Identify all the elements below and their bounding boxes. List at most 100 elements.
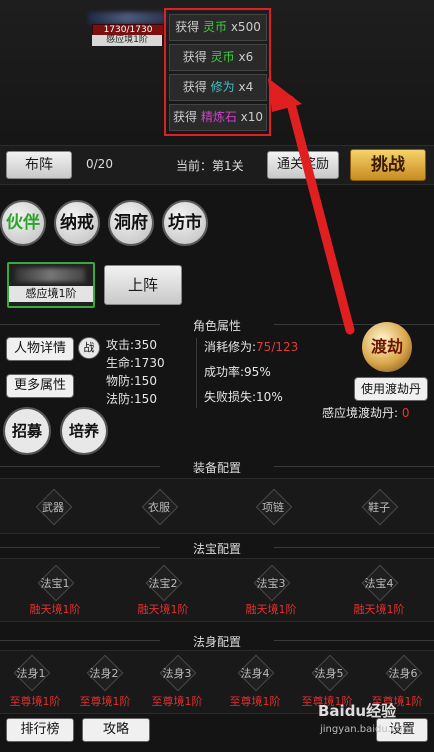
challenge-button[interactable]: 挑战 xyxy=(350,149,426,181)
treasure-slot[interactable]: 法宝1 xyxy=(36,563,75,602)
fail-loss: 失败损失:10% xyxy=(204,390,283,404)
slot-label: 法宝4 xyxy=(364,577,394,590)
current-stage: 当前：第1关 xyxy=(176,159,244,173)
reward-qty: x4 xyxy=(238,80,254,94)
success-rate: 成功率:95% xyxy=(204,365,271,379)
slot-label: 法身3 xyxy=(162,667,192,680)
slot-label: 法身1 xyxy=(16,667,46,680)
reward-prefix: 获得 xyxy=(172,110,197,124)
treasure-section-title: 法宝配置 xyxy=(160,540,274,557)
body-slot[interactable]: 法身4 xyxy=(236,653,275,692)
dujie-icon[interactable]: 渡劫 xyxy=(362,322,412,372)
body-realm: 至尊境1阶 xyxy=(79,695,131,708)
partner-realm: 感应境1阶 xyxy=(9,286,93,302)
body-realm: 至尊境1阶 xyxy=(9,695,61,708)
treasure-realm: 融天境1阶 xyxy=(29,603,81,616)
treasure-realm: 融天境1阶 xyxy=(353,603,405,616)
battle-button[interactable]: 战 xyxy=(78,337,100,359)
slot-label: 法宝1 xyxy=(40,577,70,590)
formation-count: 0/20 xyxy=(86,157,113,171)
attributes-section-title: 角色属性 xyxy=(160,317,274,334)
magic-def-stat: 法防:150 xyxy=(106,392,157,406)
nav-market-button[interactable]: 坊市 xyxy=(162,200,208,246)
reward-name: 灵币 xyxy=(210,50,235,64)
slot-label: 鞋子 xyxy=(368,501,390,514)
slot-label: 法宝2 xyxy=(148,577,178,590)
treasure-realm: 融天境1阶 xyxy=(137,603,189,616)
treasure-realm: 融天境1阶 xyxy=(245,603,297,616)
slot-label: 衣服 xyxy=(148,501,170,514)
treasure-slot[interactable]: 法宝2 xyxy=(144,563,183,602)
nav-partner-button[interactable]: 伙伴 xyxy=(0,200,46,246)
attack-stat: 攻击:350 xyxy=(106,338,157,352)
treasure-slot[interactable]: 法宝3 xyxy=(252,563,291,602)
stage-bar: 布阵 0/20 当前：第1关 通关奖励 挑战 xyxy=(0,145,434,185)
character-name-blurred xyxy=(88,12,166,24)
equip-slot-weapon[interactable]: 武器 xyxy=(34,487,73,526)
guide-button[interactable]: 攻略 xyxy=(82,718,150,742)
cost-label: 消耗修为: xyxy=(204,340,257,354)
body-realm: 至尊境1阶 xyxy=(229,695,281,708)
reward-item: 获得 精炼石 x10 xyxy=(169,104,267,131)
reward-prefix: 获得 xyxy=(182,50,207,64)
reward-prefix: 获得 xyxy=(182,80,207,94)
body-slot[interactable]: 法身6 xyxy=(384,653,423,692)
slot-label: 法身2 xyxy=(89,667,119,680)
reward-list: 获得 灵币 x500 获得 灵币 x6 获得 修为 x4 获得 精炼石 x10 xyxy=(164,8,271,136)
slot-label: 项链 xyxy=(262,501,284,514)
body-section-title: 法身配置 xyxy=(160,633,274,650)
reward-qty: x6 xyxy=(238,50,254,64)
equipment-section-title: 装备配置 xyxy=(160,459,274,476)
slot-label: 法身5 xyxy=(314,667,344,680)
body-realm: 至尊境1阶 xyxy=(151,695,203,708)
pill-count: 0 xyxy=(401,406,410,420)
character-details-button[interactable]: 人物详情 xyxy=(6,337,74,361)
equip-slot-necklace[interactable]: 项链 xyxy=(254,487,293,526)
nav-ring-button[interactable]: 纳戒 xyxy=(54,200,100,246)
recruit-button[interactable]: 招募 xyxy=(3,407,51,455)
treasure-slot[interactable]: 法宝4 xyxy=(360,563,399,602)
slot-label: 法身6 xyxy=(388,667,418,680)
watermark-brand: Baidu经验 xyxy=(318,702,397,720)
slot-label: 武器 xyxy=(42,501,64,514)
partner-name-blurred xyxy=(15,268,85,282)
stats-separator xyxy=(196,338,197,408)
reward-item: 获得 修为 x4 xyxy=(169,74,267,101)
ranking-button[interactable]: 排行榜 xyxy=(6,718,74,742)
body-slot[interactable]: 法身1 xyxy=(12,653,51,692)
deploy-button[interactable]: 上阵 xyxy=(104,265,182,305)
body-slot[interactable]: 法身5 xyxy=(310,653,349,692)
watermark-url: jingyan.baidu.com xyxy=(320,724,413,735)
treasure-row: 法宝1 融天境1阶 法宝2 融天境1阶 法宝3 融天境1阶 法宝4 融天境1阶 xyxy=(0,558,434,622)
character-card[interactable]: 1730/1730 感应境1阶 xyxy=(88,12,166,46)
body-slot[interactable]: 法身3 xyxy=(158,653,197,692)
pill-count-row: 感应境渡劫丹: 0 xyxy=(322,404,410,421)
reward-item: 获得 灵币 x6 xyxy=(169,44,267,71)
equipment-row: 武器 衣服 项链 鞋子 xyxy=(0,478,434,534)
phys-def-stat: 物防:150 xyxy=(106,374,157,388)
more-attributes-button[interactable]: 更多属性 xyxy=(6,374,74,398)
formation-button[interactable]: 布阵 xyxy=(6,151,72,179)
reward-qty: x10 xyxy=(240,110,264,124)
clear-reward-button[interactable]: 通关奖励 xyxy=(267,151,339,179)
life-stat: 生命:1730 xyxy=(106,356,165,370)
equip-slot-clothes[interactable]: 衣服 xyxy=(140,487,179,526)
reward-name: 灵币 xyxy=(202,20,227,34)
body-slot[interactable]: 法身2 xyxy=(85,653,124,692)
reward-item: 获得 灵币 x500 xyxy=(169,14,267,41)
slot-label: 法宝3 xyxy=(256,577,286,590)
reward-name: 精炼石 xyxy=(200,110,237,124)
cost-stat: 消耗修为:75/123 xyxy=(204,338,298,355)
reward-qty: x500 xyxy=(230,20,261,34)
slot-label: 法身4 xyxy=(240,667,270,680)
character-realm: 感应境1阶 xyxy=(92,35,162,46)
cost-value: 75/123 xyxy=(256,340,299,354)
pill-label: 感应境渡劫丹: xyxy=(322,406,399,420)
train-button[interactable]: 培养 xyxy=(60,407,108,455)
reward-name: 修为 xyxy=(210,80,235,94)
use-pill-button[interactable]: 使用渡劫丹 xyxy=(354,377,428,401)
reward-prefix: 获得 xyxy=(175,20,200,34)
equip-slot-shoes[interactable]: 鞋子 xyxy=(360,487,399,526)
partner-slot[interactable]: 感应境1阶 xyxy=(7,262,95,308)
nav-cave-button[interactable]: 洞府 xyxy=(108,200,154,246)
